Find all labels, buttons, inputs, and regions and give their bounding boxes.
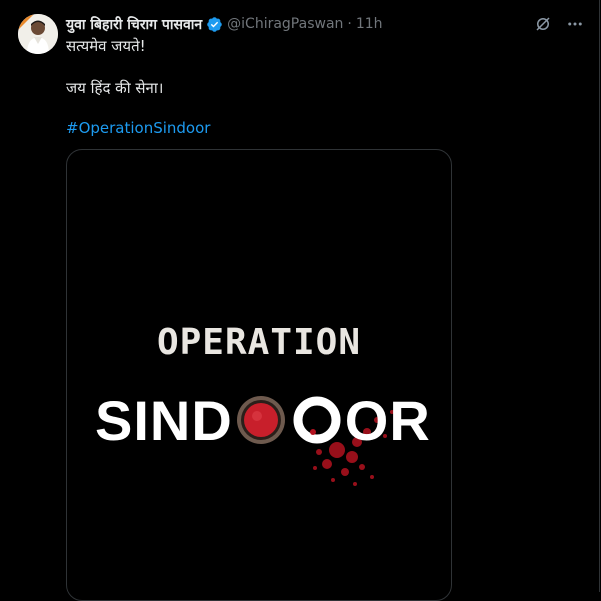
verified-badge-icon	[206, 16, 223, 33]
timestamp[interactable]: 11h	[356, 16, 383, 32]
avatar-image	[18, 14, 58, 54]
tweet-text-line2: जय हिंद की सेना।	[66, 79, 164, 97]
tweet-header: युवा बिहारी चिराग पासवान @iChiragPaswan …	[66, 14, 383, 34]
media-title-sindoor-left: SIND	[95, 388, 233, 452]
separator-dot: ·	[347, 16, 352, 32]
tweet-text-line1: सत्यमेव जयते!	[66, 37, 146, 55]
hashtag-link[interactable]: #OperationSindoor	[66, 118, 566, 138]
tweet-media-image[interactable]: OPERATION SIND OR	[66, 149, 452, 601]
user-handle[interactable]: @iChiragPaswan	[227, 16, 343, 32]
sindoor-bowl-outline-icon	[291, 394, 343, 446]
media-title-operation: OPERATION	[156, 322, 362, 363]
more-icon[interactable]	[565, 14, 585, 34]
sindoor-bowl-icon	[235, 394, 287, 446]
display-name[interactable]: युवा बिहारी चिराग पासवान	[66, 15, 202, 34]
tweet[interactable]: युवा बिहारी चिराग पासवान @iChiragPaswan …	[0, 0, 600, 601]
avatar[interactable]	[18, 14, 58, 54]
media-title-sindoor: SIND OR	[95, 388, 431, 452]
tweet-actions	[533, 14, 585, 34]
media-title-sindoor-right: OR	[344, 388, 431, 452]
tweet-text: सत्यमेव जयते! जय हिंद की सेना। #Operatio…	[66, 36, 566, 138]
grok-icon[interactable]	[533, 14, 553, 34]
